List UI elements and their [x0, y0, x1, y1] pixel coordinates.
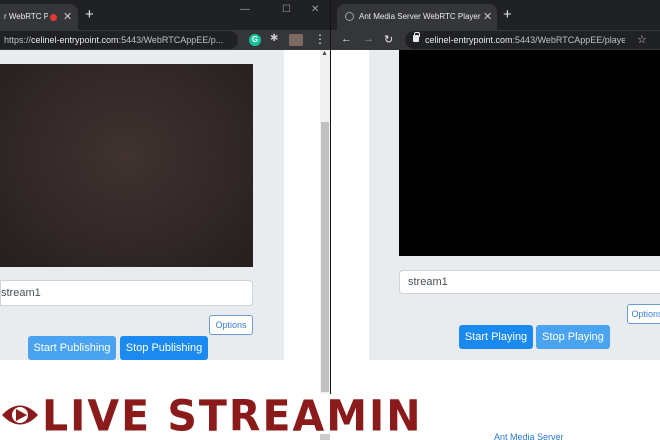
- profile-icon[interactable]: [289, 34, 303, 46]
- scroll-thumb[interactable]: [321, 122, 329, 392]
- url-text: https://celinel-entrypoint.com:5443/WebR…: [4, 35, 224, 45]
- back-arrow-icon[interactable]: ←: [341, 33, 352, 45]
- browser-toolbar: https://celinel-entrypoint.com:5443/WebR…: [0, 30, 330, 50]
- stream-name-input[interactable]: stream1: [399, 270, 660, 294]
- address-bar[interactable]: https://celinel-entrypoint.com:5443/WebR…: [0, 31, 238, 49]
- window-close-icon[interactable]: ✕: [311, 4, 319, 15]
- url-text: celinel-entrypoint.com:5443/WebRTCAppEE/…: [425, 35, 625, 45]
- live-stream-eye-icon: [2, 405, 38, 425]
- plus-icon[interactable]: +: [503, 6, 512, 23]
- scroll-up-icon[interactable]: ▲: [321, 50, 328, 57]
- puzzle-icon[interactable]: ✱: [270, 33, 278, 44]
- recording-dot-icon: [50, 14, 57, 21]
- publisher-browser-window: r WebRTC Pu ✕ + — ☐ ✕ https://celinel-en…: [0, 0, 330, 400]
- star-icon[interactable]: ☆: [637, 33, 647, 46]
- banner-title: LIVE STREAMIN: [42, 390, 423, 440]
- tab-strip: Ant Media Server WebRTC Player ✕ +: [331, 0, 660, 30]
- forward-arrow-icon[interactable]: →: [363, 33, 374, 45]
- kebab-icon[interactable]: ⋮: [314, 32, 326, 46]
- stream-name-input[interactable]: stream1: [0, 280, 253, 306]
- remote-video-player: [399, 50, 660, 256]
- start-publishing-button[interactable]: Start Publishing: [28, 336, 116, 360]
- globe-icon: [345, 12, 354, 21]
- tab-title: r WebRTC Pu: [4, 12, 48, 21]
- tab-strip: r WebRTC Pu ✕ + — ☐ ✕: [0, 0, 330, 30]
- minimize-icon[interactable]: —: [240, 4, 250, 15]
- lock-icon: [413, 32, 420, 42]
- tab-publisher[interactable]: r WebRTC Pu ✕: [0, 4, 78, 30]
- browser-toolbar: ← → ↻ celinel-entrypoint.com:5443/WebRTC…: [331, 30, 660, 50]
- close-icon[interactable]: ✕: [483, 10, 492, 23]
- plus-icon[interactable]: +: [85, 6, 94, 23]
- scrollbar-remnant: [320, 434, 330, 440]
- start-playing-button[interactable]: Start Playing: [459, 325, 533, 349]
- tab-title: Ant Media Server WebRTC Player: [359, 12, 481, 21]
- maximize-icon[interactable]: ☐: [282, 4, 291, 15]
- grammarly-icon[interactable]: G: [249, 34, 261, 46]
- footer-link[interactable]: Ant Media Server: [494, 432, 564, 440]
- tab-player[interactable]: Ant Media Server WebRTC Player ✕: [337, 4, 497, 30]
- options-button[interactable]: Options: [209, 315, 253, 335]
- player-page: stream1 Options Start Playing Stop Playi…: [331, 50, 660, 400]
- vertical-scrollbar[interactable]: ▲: [320, 50, 330, 400]
- address-bar[interactable]: celinel-entrypoint.com:5443/WebRTCAppEE/…: [405, 31, 660, 49]
- player-browser-window: Ant Media Server WebRTC Player ✕ + ← → ↻…: [330, 0, 660, 400]
- publisher-page: stream1 Options Start Publishing Stop Pu…: [0, 50, 320, 400]
- close-icon[interactable]: ✕: [63, 10, 72, 23]
- stop-playing-button[interactable]: Stop Playing: [536, 325, 610, 349]
- publisher-panel: stream1 Options Start Publishing Stop Pu…: [0, 50, 284, 360]
- options-button[interactable]: Options: [627, 304, 660, 324]
- camera-preview-video: [0, 64, 253, 267]
- stop-publishing-button[interactable]: Stop Publishing: [120, 336, 208, 360]
- reload-icon[interactable]: ↻: [384, 33, 393, 46]
